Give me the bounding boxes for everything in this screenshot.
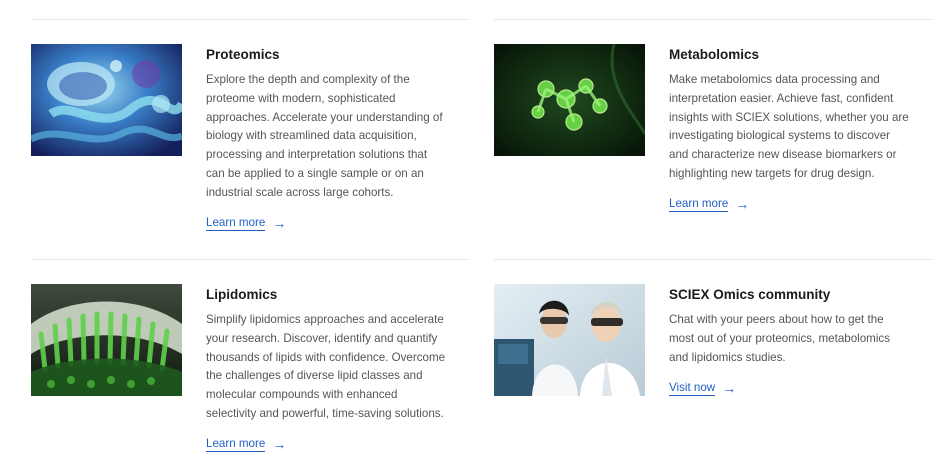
link-label[interactable]: Learn more (206, 216, 266, 231)
description-line: your research. Discover, identify and qu… (206, 331, 438, 345)
link-label[interactable]: Learn more (669, 197, 729, 212)
card-description-community: Chat with your peers about how to get th… (669, 311, 890, 367)
description-line: can be applied to a single sample or on … (206, 166, 424, 180)
link-label[interactable]: Learn more (206, 437, 266, 452)
description-line: interpretation easier. Achieve fast, con… (669, 91, 894, 105)
arrow-right-icon: → (272, 435, 287, 452)
description-line: Make metabolomics data processing and (669, 73, 880, 86)
divider-mid-right (494, 259, 932, 260)
description-line: approaches. Accelerate your understandin… (206, 110, 443, 124)
description-line: Explore the depth and complexity of the (206, 73, 410, 86)
card-description-metabolomics: Make metabolomics data processing and in… (669, 71, 909, 184)
learn-more-link-lipidomics[interactable]: Learn more → (206, 437, 286, 452)
arrow-right-icon: → (272, 214, 287, 231)
description-line: Chat with your peers about how to get th… (669, 313, 884, 326)
card-description-lipidomics: Simplify lipidomics approaches and accel… (206, 311, 445, 424)
description-line: proteome with modern, sophisticated (206, 91, 396, 105)
description-line: thousands of lipids with confidence. Ove… (206, 350, 446, 364)
visit-now-link-community[interactable]: Visit now → (669, 381, 736, 396)
description-line: processing and interpretation solutions … (206, 148, 428, 162)
proteomics-image (31, 44, 182, 156)
card-title-lipidomics: Lipidomics (206, 287, 278, 302)
description-line: insights with SCIEX solutions, whether y… (669, 110, 909, 124)
description-line: most out of your proteomics, metabolomic… (669, 331, 891, 345)
arrow-right-icon: → (735, 195, 750, 212)
metabolomics-image (494, 44, 645, 156)
card-title-community: SCIEX Omics community (669, 287, 831, 302)
arrow-right-icon: → (722, 379, 737, 396)
description-line: selectivity and powerful, time-saving so… (206, 406, 444, 420)
description-line: and characterize new disease biomarkers … (669, 148, 897, 162)
divider-top-right (494, 19, 932, 20)
link-label[interactable]: Visit now (669, 381, 716, 396)
scientists-photo (494, 284, 645, 396)
description-line: biology with streamlined data acquisitio… (206, 129, 417, 143)
divider-mid-left (31, 259, 469, 260)
card-description-proteomics: Explore the depth and complexity of the … (206, 71, 443, 203)
description-line: highlighting new targets for drug design… (669, 166, 875, 180)
description-line: Simplify lipidomics approaches and accel… (206, 313, 444, 326)
divider-top-left (31, 19, 469, 20)
learn-more-link-proteomics[interactable]: Learn more → (206, 216, 286, 231)
description-line: and lipidomics studies. (669, 350, 786, 364)
card-title-proteomics: Proteomics (206, 47, 280, 62)
description-line: investigating biological systems to disc… (669, 129, 891, 143)
card-title-metabolomics: Metabolomics (669, 47, 760, 62)
description-line: the challenges of diverse lipid classes … (206, 369, 423, 383)
description-line: industrial scale across large cohorts. (206, 185, 394, 199)
learn-more-link-metabolomics[interactable]: Learn more → (669, 197, 749, 212)
lipidomics-image (31, 284, 182, 396)
description-line: molecular compounds with enhanced (206, 388, 398, 402)
